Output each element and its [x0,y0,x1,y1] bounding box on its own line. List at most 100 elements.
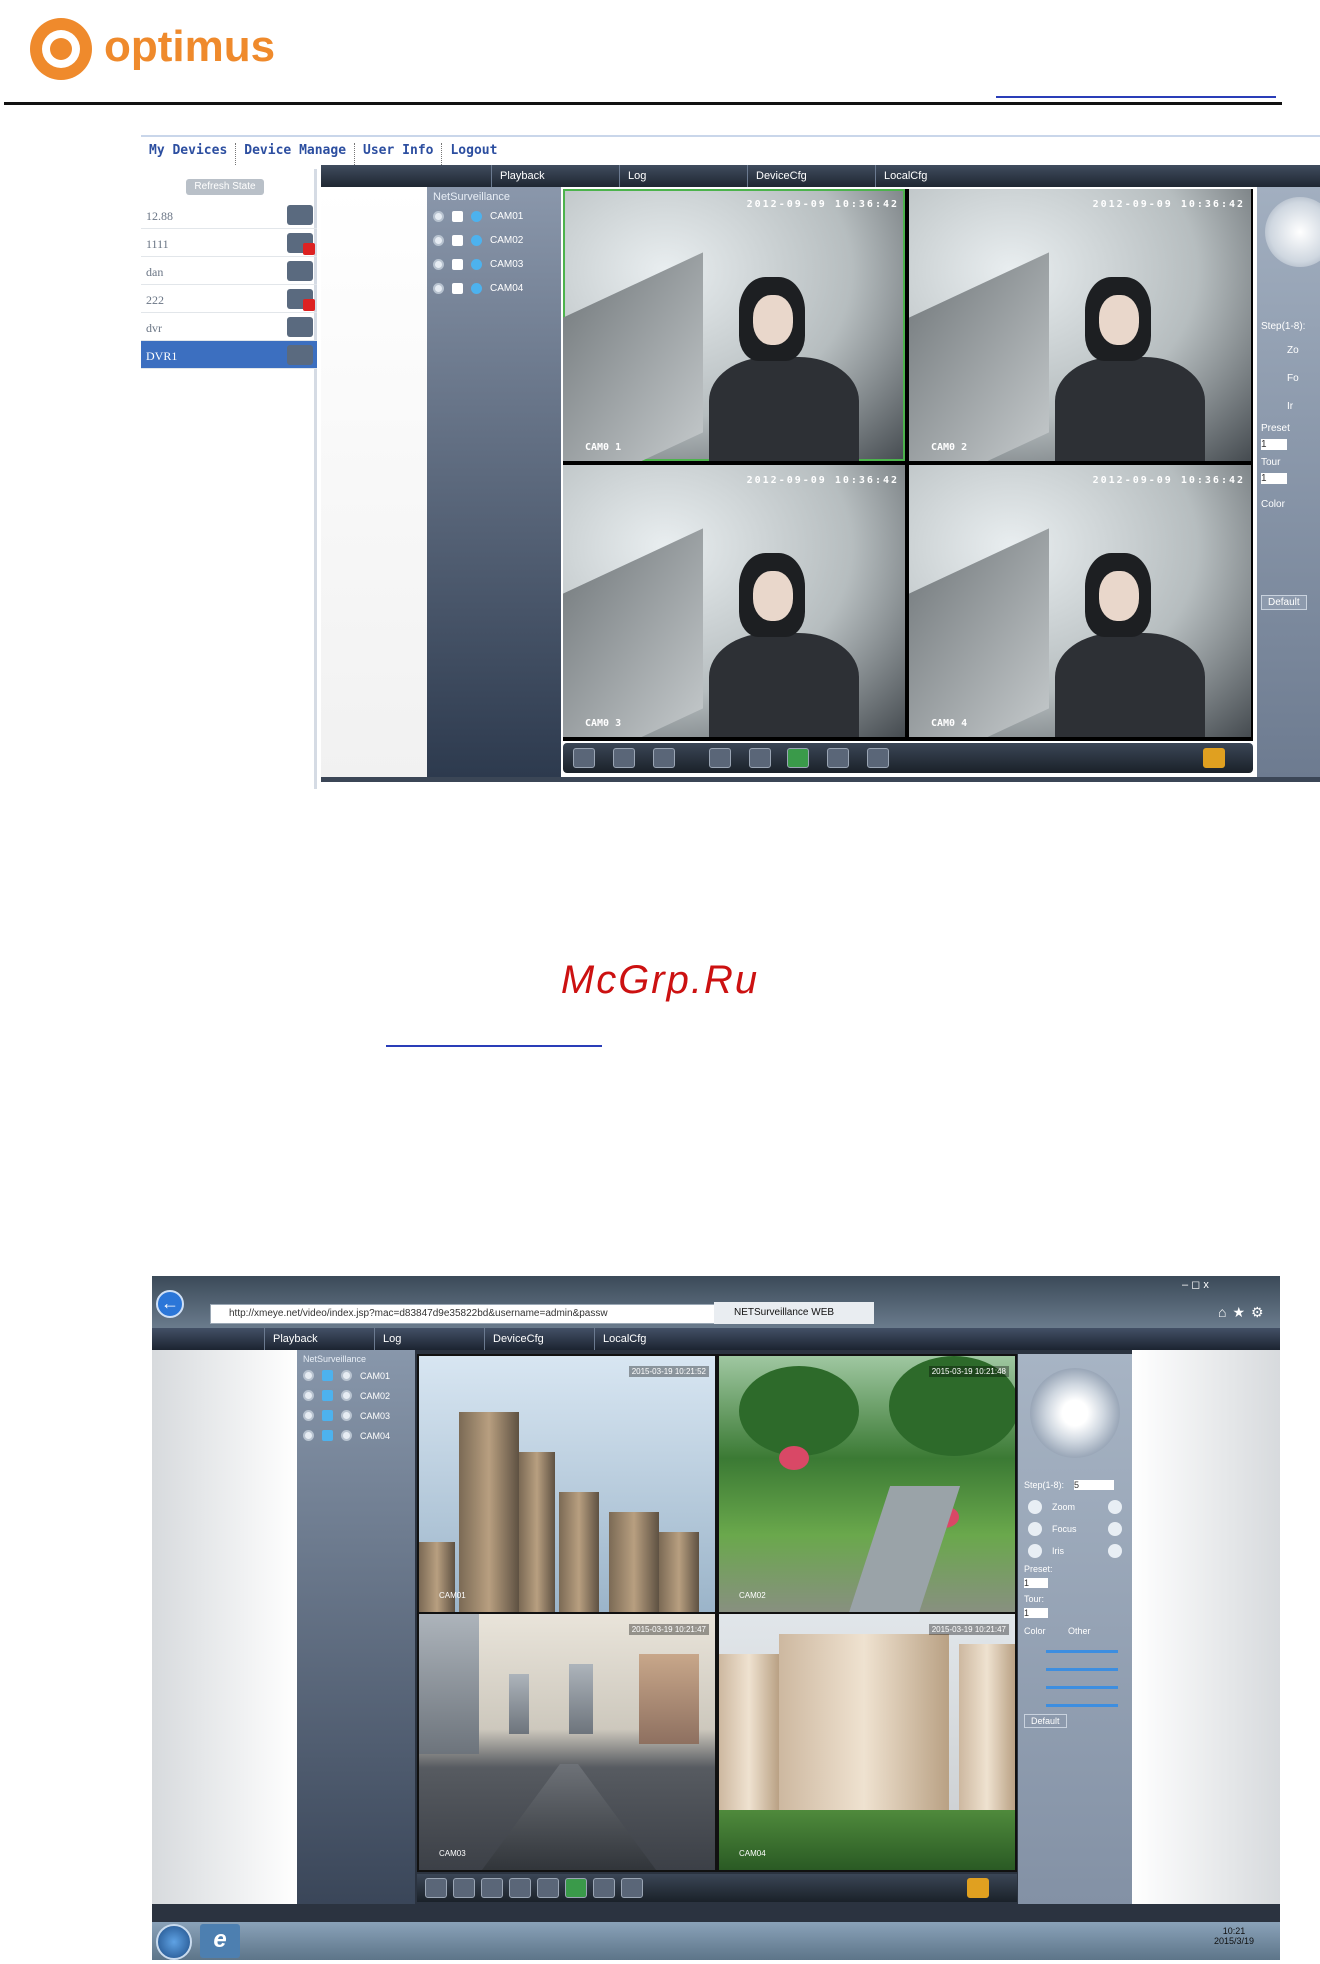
select-icon[interactable] [303,1410,314,1421]
channel-row[interactable]: CAM03 [303,1410,390,1421]
device-item[interactable]: 222 [141,285,317,313]
video-feed[interactable]: 2012-09-09 10:36:42 CAM0 1 [563,189,905,461]
focus-in-icon[interactable] [1028,1522,1042,1536]
close-all-icon[interactable] [537,1878,559,1898]
record-icon[interactable] [341,1410,352,1421]
video-icon[interactable] [322,1430,333,1441]
volume-icon[interactable] [967,1878,989,1898]
color-tab[interactable]: Color [1024,1626,1046,1636]
quad-view-icon[interactable] [653,748,675,768]
device-item[interactable]: dan [141,257,317,285]
video-icon[interactable] [452,211,463,222]
stop-record-icon[interactable] [621,1878,643,1898]
tab-log[interactable]: Log [374,1328,484,1350]
video-icon[interactable] [322,1390,333,1401]
quad-view-icon[interactable] [481,1878,503,1898]
nav-user-info[interactable]: User Info [355,143,443,165]
channel-row[interactable]: CAM01 [303,1370,390,1381]
record-icon[interactable] [471,235,482,246]
video-feed[interactable]: 2015-03-19 10:21:47 CAM04 [719,1614,1015,1870]
record-icon[interactable] [471,259,482,270]
contrast-slider[interactable] [1046,1668,1118,1671]
browser-tab[interactable]: NETSurveillance WEB [714,1302,874,1324]
select-icon[interactable] [303,1370,314,1381]
ptz-direction-icon[interactable] [1265,197,1320,267]
zoom-in-icon[interactable] [1028,1500,1042,1514]
single-view-icon[interactable] [453,1878,475,1898]
channel-row[interactable]: CAM03 [433,259,523,270]
device-item[interactable]: 1111 [141,229,317,257]
video-feed[interactable]: 2012-09-09 10:36:42 CAM0 3 [563,465,905,737]
nav-device-manage[interactable]: Device Manage [236,143,356,165]
open-all-icon[interactable] [709,748,731,768]
volume-icon[interactable] [1203,748,1225,768]
video-icon[interactable] [452,259,463,270]
record-all-icon[interactable] [593,1878,615,1898]
close-all-icon[interactable] [749,748,771,768]
video-icon[interactable] [322,1410,333,1421]
channel-row[interactable]: CAM02 [303,1390,390,1401]
ptz-direction-icon[interactable] [1030,1368,1120,1458]
preset-input[interactable]: 1 [1261,439,1287,450]
fullscreen-icon[interactable] [425,1878,447,1898]
address-bar[interactable]: http://xmeye.net/video/index.jsp?mac=d83… [210,1304,742,1324]
video-icon[interactable] [322,1370,333,1381]
tab-devicecfg[interactable]: DeviceCfg [747,165,875,187]
zoom-out-icon[interactable] [1108,1500,1122,1514]
tour-input[interactable]: 1 [1024,1608,1048,1618]
record-icon[interactable] [471,283,482,294]
home-star-gear-icon[interactable]: ⌂★⚙ [1218,1304,1270,1321]
tab-localcfg[interactable]: LocalCfg [594,1328,704,1350]
tour-input[interactable]: 1 [1261,473,1287,484]
select-icon[interactable] [433,211,444,222]
hue-slider[interactable] [1046,1704,1118,1707]
record-all-icon[interactable] [827,748,849,768]
video-feed[interactable]: 2012-09-09 10:36:42 CAM0 2 [909,189,1251,461]
video-feed[interactable]: 2015-03-19 10:21:47 CAM03 [419,1614,715,1870]
record-icon[interactable] [341,1430,352,1441]
video-feed[interactable]: 2015-03-19 10:21:52 CAM01 [419,1356,715,1612]
video-icon[interactable] [452,283,463,294]
channel-row[interactable]: CAM01 [433,211,523,222]
stop-record-icon[interactable] [867,748,889,768]
brightness-slider[interactable] [1046,1650,1118,1653]
window-controls[interactable]: – ◻ x [1182,1278,1209,1291]
device-item[interactable]: dvr [141,313,317,341]
iris-close-icon[interactable] [1108,1544,1122,1558]
saturation-slider[interactable] [1046,1686,1118,1689]
select-icon[interactable] [303,1390,314,1401]
iris-open-icon[interactable] [1028,1544,1042,1558]
channel-row[interactable]: CAM04 [303,1430,390,1441]
windows-start-icon[interactable] [156,1924,192,1960]
snapshot-icon[interactable] [565,1878,587,1898]
record-icon[interactable] [471,211,482,222]
step-select[interactable]: 5 [1074,1480,1114,1490]
video-feed[interactable]: 2015-03-19 10:21:48 CAM02 [719,1356,1015,1612]
focus-out-icon[interactable] [1108,1522,1122,1536]
device-item[interactable]: 12.88 [141,201,317,229]
tab-playback[interactable]: Playback [491,165,619,187]
select-icon[interactable] [303,1430,314,1441]
link-underline[interactable] [996,96,1276,98]
other-tab[interactable]: Other [1068,1626,1091,1636]
tab-playback[interactable]: Playback [264,1328,374,1350]
select-icon[interactable] [433,283,444,294]
single-view-icon[interactable] [613,748,635,768]
video-icon[interactable] [452,235,463,246]
select-icon[interactable] [433,235,444,246]
refresh-state-button[interactable]: Refresh State [186,179,264,195]
record-icon[interactable] [341,1390,352,1401]
select-icon[interactable] [433,259,444,270]
tab-localcfg[interactable]: LocalCfg [875,165,1003,187]
default-button[interactable]: Default [1024,1714,1067,1728]
channel-row[interactable]: CAM04 [433,283,523,294]
tab-devicecfg[interactable]: DeviceCfg [484,1328,594,1350]
nav-my-devices[interactable]: My Devices [141,143,237,165]
link-underline[interactable] [386,1045,602,1047]
device-item-selected[interactable]: DVR1 [141,341,317,369]
open-all-icon[interactable] [509,1878,531,1898]
video-feed[interactable]: 2012-09-09 10:36:42 CAM0 4 [909,465,1251,737]
channel-row[interactable]: CAM02 [433,235,523,246]
back-arrow-icon[interactable]: ← [156,1290,184,1318]
default-button[interactable]: Default [1261,595,1307,610]
